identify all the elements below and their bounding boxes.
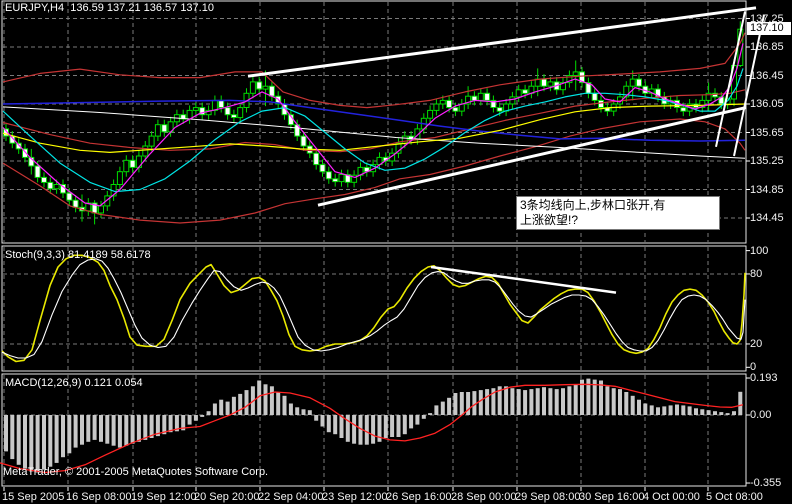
stoch-axis-label: 100: [750, 245, 768, 257]
price-axis-label: 136.45: [750, 70, 784, 82]
annotation-note[interactable]: 3条均线向上,步林口张开,有 上涨欲望!?: [516, 196, 720, 230]
macd-axis-label: -0.355: [750, 477, 781, 489]
price-axis-label: 136.05: [750, 98, 784, 110]
time-axis-label: 29 Sep 08:00: [515, 491, 580, 503]
annotation-line-2: 上涨欲望!?: [520, 213, 578, 227]
price-axis-label: 134.45: [750, 212, 784, 224]
copyright-label: MetaTrader, © 2001-2005 MetaQuotes Softw…: [3, 466, 268, 478]
chart-window: 137.25136.85136.45136.05135.65135.25134.…: [0, 0, 792, 504]
time-axis-label: 19 Sep 12:00: [131, 491, 196, 503]
macd-axis-label: 0.193: [750, 372, 778, 384]
price-axis-label: 135.25: [750, 155, 784, 167]
time-axis-label: 20 Sep 20:00: [194, 491, 259, 503]
stoch-axis-label: 20: [750, 338, 762, 350]
time-axis-label: 30 Sep 16:00: [579, 491, 644, 503]
macd-axis-label: 0.00: [750, 409, 771, 421]
price-axis-label: 134.85: [750, 184, 784, 196]
time-axis-label: 4 Oct 00:00: [643, 491, 700, 503]
time-axis-label: 28 Sep 00:00: [451, 491, 516, 503]
current-price-box: 137.10: [747, 22, 791, 35]
time-axis-label: 15 Sep 2005: [2, 491, 64, 503]
stoch-axis-label: 80: [750, 268, 762, 280]
time-axis-label: 16 Sep 08:00: [66, 491, 131, 503]
stoch-indicator-label: Stoch(9,3,3) 81.4189 58.6178: [5, 249, 151, 261]
symbol-title: EURJPY,H4 136.59 137.21 136.57 137.10: [5, 2, 214, 14]
time-axis-label: 23 Sep 12:00: [322, 491, 387, 503]
price-axis-label: 136.85: [750, 41, 784, 53]
macd-indicator-label: MACD(12,26,9) 0.121 0.054: [5, 377, 143, 389]
time-axis-label: 5 Oct 08:00: [706, 491, 763, 503]
time-axis-label: 22 Sep 04:00: [258, 491, 323, 503]
price-axis-label: 135.65: [750, 127, 784, 139]
time-axis-label: 26 Sep 16:00: [386, 491, 451, 503]
annotation-line-1: 3条均线向上,步林口张开,有: [520, 198, 665, 212]
